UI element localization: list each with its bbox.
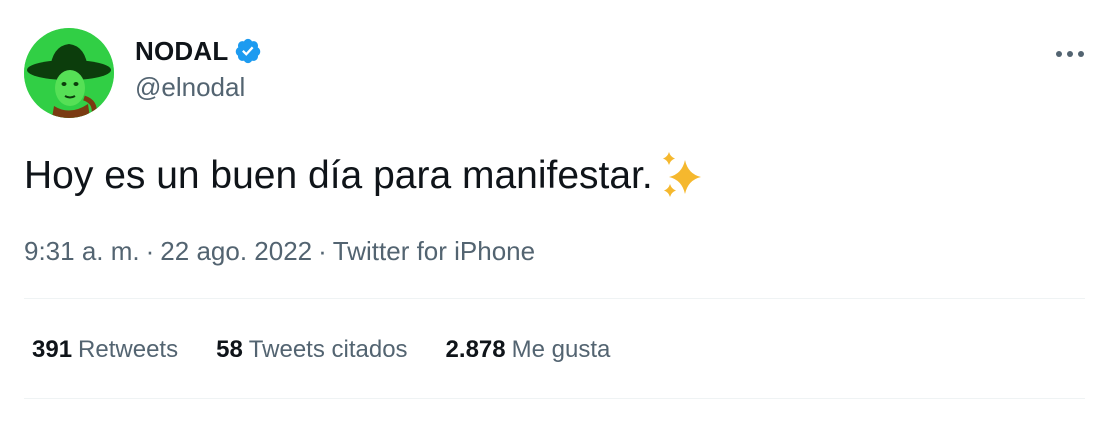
verified-badge-icon [234, 37, 262, 65]
quote-tweets-label: Tweets citados [248, 336, 408, 363]
retweets-count: 391 [32, 336, 73, 363]
quote-tweets-count: 58 [216, 336, 243, 363]
quote-tweets-stat[interactable]: 58 Tweets citados [216, 334, 407, 366]
retweets-label: Retweets [78, 336, 179, 363]
sparkles-emoji-icon [657, 150, 709, 202]
meta-separator: · [318, 236, 327, 266]
profile-avatar-image [24, 28, 114, 118]
name-row: NODAL [135, 36, 262, 66]
tweet-date-link[interactable]: 22 ago. 2022 [160, 236, 312, 266]
meta-separator: · [145, 236, 155, 266]
divider [24, 298, 1085, 299]
divider [24, 398, 1085, 399]
tweet-metadata: 9:31 a. m. · 22 ago. 2022 · Twitter for iPho… [24, 234, 535, 268]
tweet-time-link[interactable]: 9:31 a. m. [24, 236, 140, 266]
tweet-source-link[interactable]: Twitter for iPhone [333, 236, 535, 266]
more-options-icon[interactable] [1052, 40, 1088, 68]
author-info[interactable]: NODAL @elnodal [135, 36, 262, 103]
likes-stat[interactable]: 2.878 Me gusta [446, 334, 611, 366]
author-avatar[interactable] [24, 28, 114, 118]
engagement-stats: 391 Retweets 58 Tweets citados 2.878 Me gus… [32, 334, 648, 366]
display-name[interactable]: NODAL [135, 36, 228, 67]
author-handle[interactable]: @elnodal [135, 72, 262, 103]
tweet-card: NODAL @elnodal Hoy es un buen día para m… [0, 0, 1105, 425]
tweet-body: Hoy es un buen día para manifestar. [24, 150, 709, 202]
retweets-stat[interactable]: 391 Retweets [32, 334, 178, 366]
likes-label: Me gusta [511, 336, 611, 363]
likes-count: 2.878 [445, 336, 506, 363]
tweet-text: Hoy es un buen día para manifestar. [24, 154, 653, 197]
